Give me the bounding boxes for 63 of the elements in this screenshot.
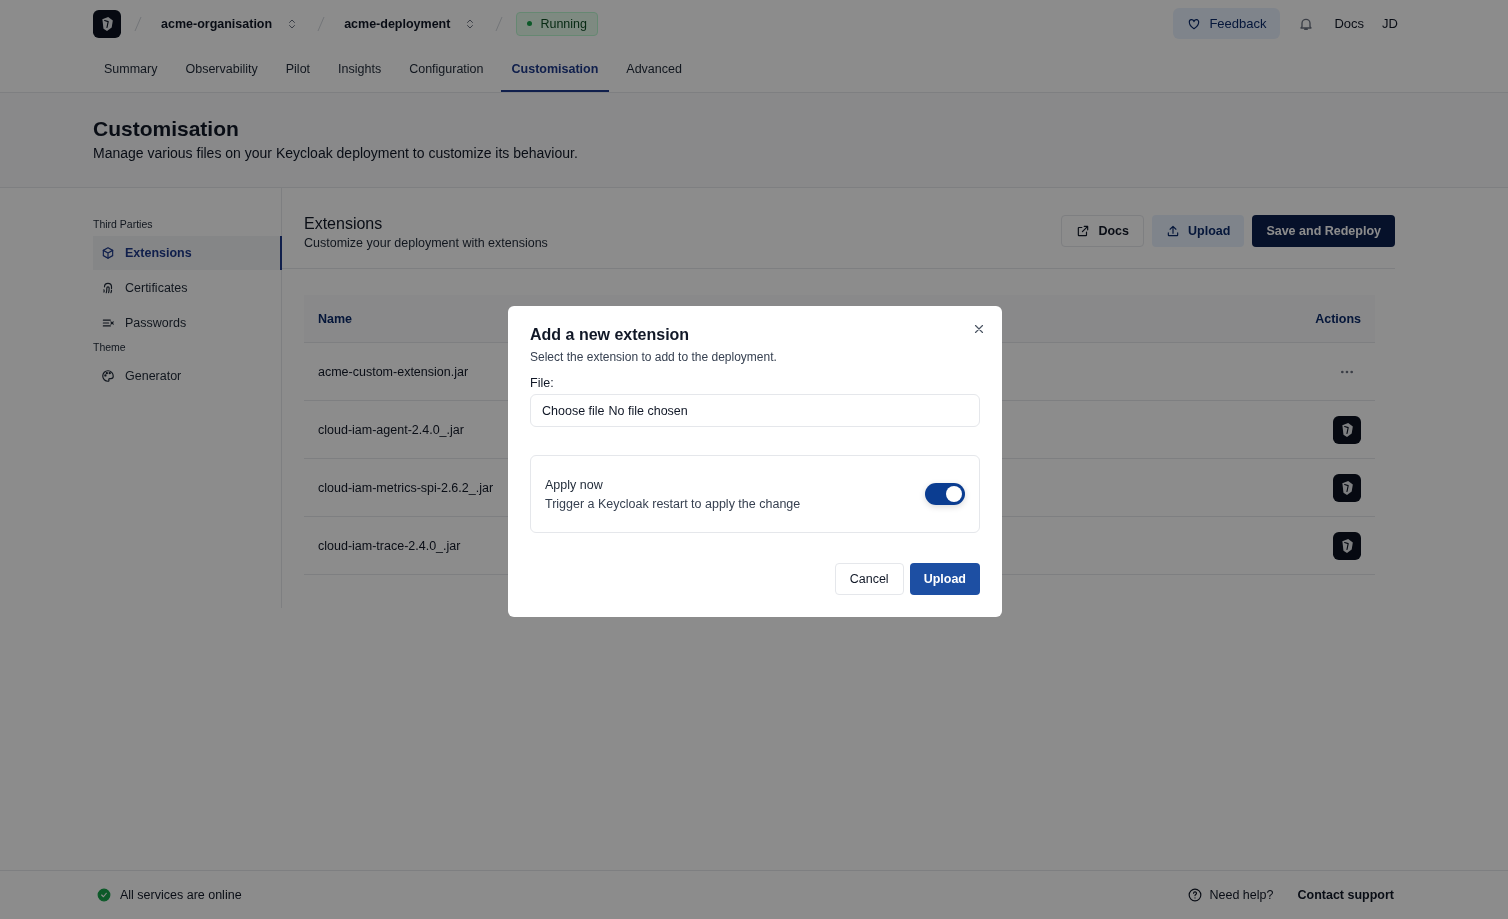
toggle-switch[interactable] [925,483,965,505]
page-title: Customisation [93,117,240,141]
sidebar-item[interactable]: Certificates [93,271,281,305]
nav-tab[interactable]: Insights [327,47,393,92]
status-text: All services are online [120,888,242,902]
choose-file-button[interactable]: Choose file [542,403,605,418]
field-label: File: [530,376,555,390]
help-link[interactable]: Need help? [1187,888,1274,902]
table-cell: acme-custom-extension.jar [318,364,469,379]
nav-tab[interactable]: Advanced [615,47,693,92]
column-header: Actions [1315,311,1361,326]
file-input-field[interactable]: Choose file No file chosen [530,394,980,427]
slash-separator-icon [133,15,143,32]
logo-icon [1333,473,1361,502]
slash-separator-icon [316,15,327,32]
table-cell: cloud-iam-metrics-spi-2.6.2_.jar [318,480,494,495]
nav-tab[interactable]: Observability [174,47,269,92]
column-header: Name [318,311,353,326]
section-subtitle: Customize your deployment with extensions [304,236,548,250]
nav-tab[interactable]: Summary [93,47,169,92]
upload-button[interactable]: Upload [909,563,980,595]
table-cell: cloud-iam-agent-2.4.0_.jar [318,422,464,437]
list-icon [101,316,115,330]
sidebar-item[interactable]: Passwords [93,306,281,340]
save-redeploy-button[interactable]: Save and Redeploy [1252,215,1395,247]
dialog-subtitle: Select the extension to add to the deployment. [530,350,778,364]
option-label: Apply now [545,477,604,492]
palette-icon [101,369,115,383]
user-initials[interactable]: JD [1382,16,1398,31]
nav-tab[interactable]: Pilot [274,47,322,92]
option-description: Trigger a Keycloak restart to apply the change [545,496,801,511]
sidebar-item[interactable]: Extensions [93,236,282,270]
help-icon [1187,888,1202,902]
status-dot [527,21,533,26]
breadcrumb-selector[interactable]: acme-organisation [155,16,305,31]
sidebar-heading: Theme [93,341,127,353]
logo-icon [93,9,121,38]
status-badge: Running [516,11,598,36]
nav-tab[interactable]: Configuration [398,47,495,92]
page-subtitle: Manage various files on your Keycloak deployment to customize its behaviour. [93,145,579,161]
file-status: No file chosen [608,403,688,418]
external-link-icon [1076,224,1091,238]
cancel-button[interactable]: Cancel [834,563,904,595]
close-icon[interactable] [972,322,986,336]
feedback-button[interactable]: Feedback [1173,8,1281,39]
dialog-title: Add a new extension [530,326,691,344]
logo-icon [1333,531,1361,560]
fingerprint-icon [101,281,115,295]
contact-support-link[interactable]: Contact support [1297,888,1394,902]
logo-icon [1333,415,1361,444]
sidebar-heading: Third Parties [93,218,154,230]
check-circle-icon [97,888,111,902]
upload-button[interactable]: Upload [1152,215,1245,247]
sidebar-item[interactable]: Generator [93,359,281,393]
section-title: Extensions [304,215,384,233]
docs-link[interactable]: Docs [1334,16,1365,31]
breadcrumb-selector[interactable]: acme-deployment [338,16,483,31]
table-cell: cloud-iam-trace-2.4.0_.jar [318,538,461,553]
heart-icon [1187,16,1202,31]
docs-button[interactable]: Docs [1061,215,1144,247]
upload-icon [1166,224,1180,238]
cube-icon [101,246,115,260]
slash-separator-icon [494,15,505,32]
